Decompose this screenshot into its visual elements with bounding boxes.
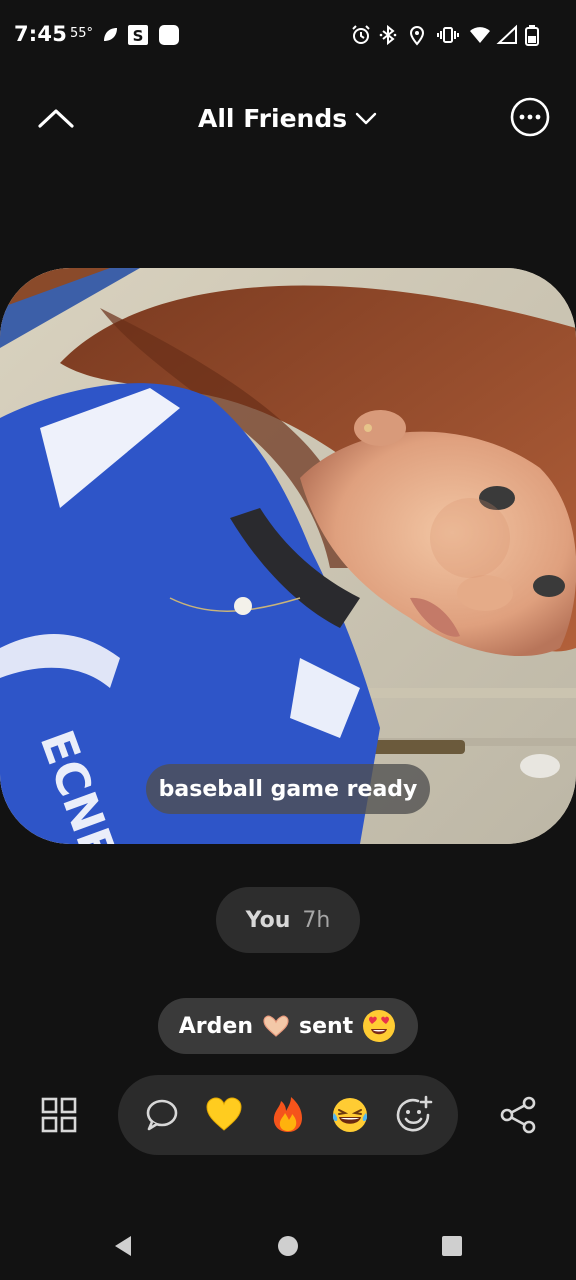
more-options-icon [510, 97, 550, 137]
photo-card[interactable]: ECNEE baseball game ready [0, 268, 576, 844]
reaction-friend-name: Arden [178, 1013, 253, 1039]
more-options-button[interactable] [509, 96, 551, 138]
heart-eyes-emoji-icon [361, 1008, 397, 1044]
post-time: 7h [302, 907, 331, 933]
svg-text:S: S [133, 27, 144, 45]
battery-icon [521, 24, 543, 46]
yellow-heart-reaction[interactable] [204, 1095, 244, 1135]
home-button[interactable] [276, 1234, 300, 1258]
recents-square-icon [442, 1236, 462, 1256]
status-bar: 7:45 55° S [0, 0, 576, 70]
yellow-heart-emoji-icon [206, 1097, 242, 1131]
home-circle-icon [278, 1236, 298, 1256]
audience-selector[interactable]: All Friends [198, 98, 377, 138]
fire-emoji-icon [273, 1097, 302, 1132]
comment-icon [146, 1099, 178, 1131]
grid-view-button[interactable] [40, 1096, 78, 1134]
status-time: 7:45 [14, 22, 68, 46]
fire-reaction[interactable] [268, 1095, 308, 1135]
vibrate-icon [437, 24, 459, 46]
chevron-down-icon [355, 107, 377, 129]
wifi-icon [469, 24, 491, 46]
selfie-photo: ECNEE [0, 268, 576, 844]
add-reaction-button[interactable] [394, 1095, 434, 1135]
add-reaction-icon [396, 1095, 433, 1132]
system-nav-bar [0, 1210, 576, 1280]
notification-icon [100, 24, 122, 46]
collapse-button[interactable] [30, 98, 82, 138]
laughing-reaction[interactable] [330, 1095, 370, 1135]
comment-button[interactable] [142, 1095, 182, 1135]
photo-caption: baseball game ready [146, 764, 430, 814]
share-icon [500, 1096, 536, 1134]
chevron-up-icon [38, 109, 74, 128]
post-author: You [245, 907, 291, 933]
share-button[interactable] [498, 1095, 538, 1135]
laughing-emoji-icon [332, 1098, 368, 1132]
square-app-icon [158, 24, 180, 46]
location-icon [406, 24, 428, 46]
back-triangle-icon [115, 1236, 131, 1256]
audience-label: All Friends [198, 103, 348, 133]
signal-icon [496, 24, 518, 46]
back-button[interactable] [111, 1234, 135, 1258]
top-bar: All Friends [0, 86, 576, 150]
s-app-icon: S [127, 24, 149, 46]
grid-icon [41, 1097, 77, 1133]
heart-hands-emoji-icon [261, 1014, 291, 1038]
bluetooth-icon [377, 24, 399, 46]
alarm-icon [350, 24, 372, 46]
reaction-bar [118, 1075, 458, 1155]
reaction-notice[interactable]: Arden sent [158, 998, 418, 1054]
reaction-action: sent [299, 1013, 354, 1039]
status-temperature: 55° [70, 26, 94, 41]
recents-button[interactable] [440, 1234, 464, 1258]
post-author-pill[interactable]: You 7h [216, 887, 360, 953]
